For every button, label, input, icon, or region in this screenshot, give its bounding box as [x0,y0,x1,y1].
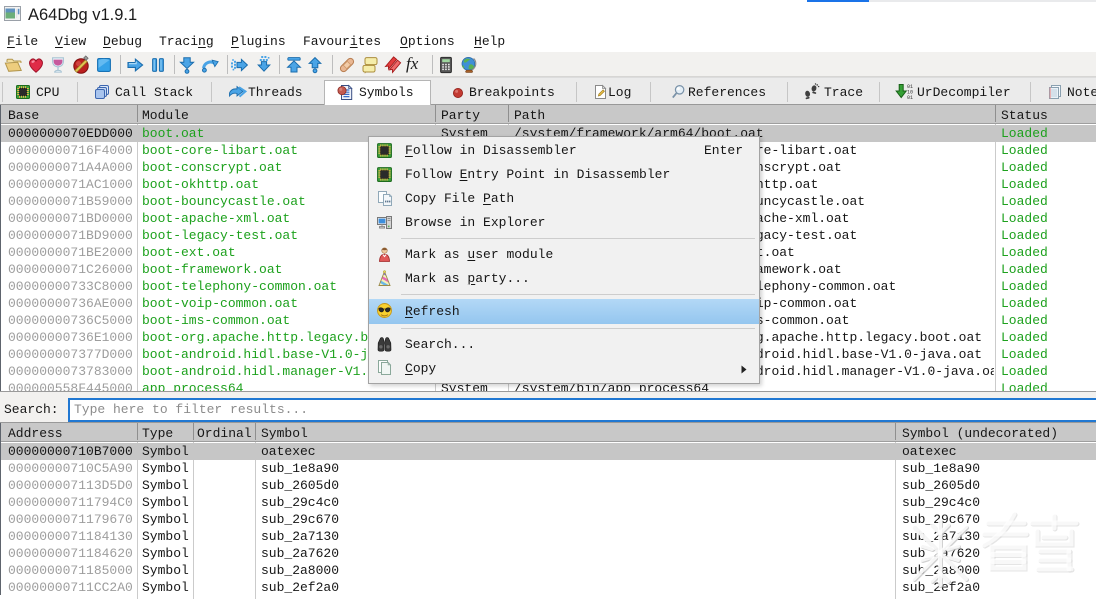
svg-text:01: 01 [907,95,913,101]
